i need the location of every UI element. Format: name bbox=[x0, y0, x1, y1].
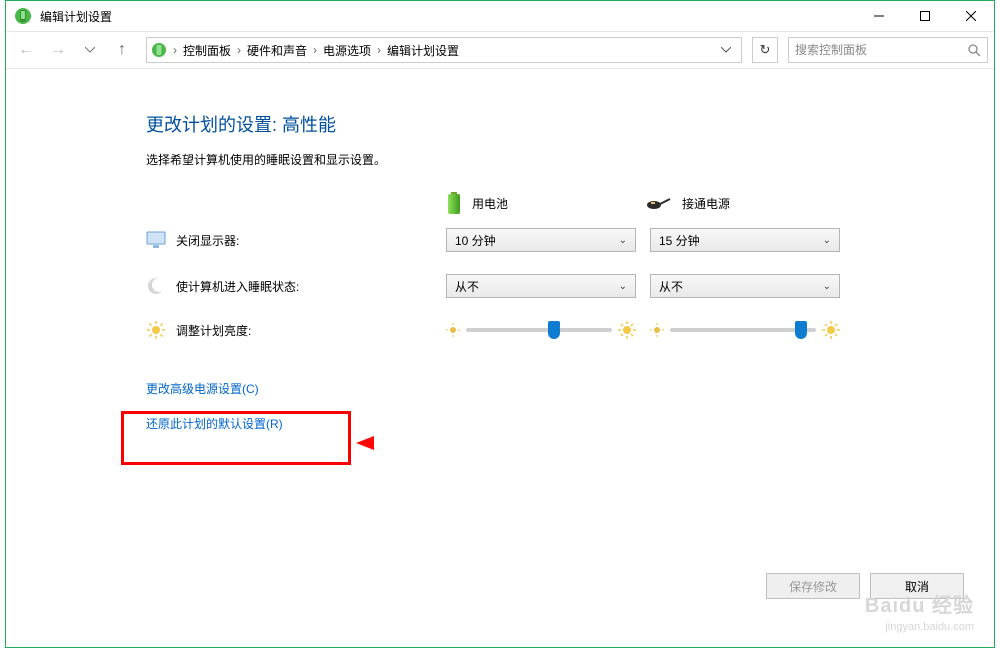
chevron-right-icon: › bbox=[377, 43, 381, 57]
chevron-right-icon: › bbox=[173, 43, 177, 57]
control-panel-window: 编辑计划设置 ← → ↑ › 控制面板 › 硬件和声音 › 电源选项 › 编辑计… bbox=[5, 0, 995, 648]
breadcrumb-item[interactable]: 硬件和声音 bbox=[247, 42, 307, 59]
brightness-row: 调整计划亮度: bbox=[146, 320, 964, 340]
brightness-plugged-slider[interactable] bbox=[650, 321, 840, 339]
window-title: 编辑计划设置 bbox=[40, 8, 856, 25]
maximize-button[interactable] bbox=[902, 1, 948, 31]
up-button[interactable]: ↑ bbox=[108, 36, 136, 64]
chevron-down-icon: ⌄ bbox=[619, 281, 627, 292]
sun-small-icon bbox=[446, 323, 460, 337]
brightness-label: 调整计划亮度: bbox=[176, 322, 346, 339]
page-subtitle: 选择希望计算机使用的睡眠设置和显示设置。 bbox=[146, 151, 964, 168]
sleep-label: 使计算机进入睡眠状态: bbox=[176, 278, 346, 295]
slider-thumb[interactable] bbox=[548, 321, 560, 339]
minimize-button[interactable] bbox=[856, 1, 902, 31]
page-content: 更改计划的设置: 高性能 选择希望计算机使用的睡眠设置和显示设置。 用电池 接通… bbox=[6, 71, 994, 647]
battery-icon bbox=[446, 192, 462, 214]
breadcrumb-item[interactable]: 控制面板 bbox=[183, 42, 231, 59]
plugged-column-header: 接通电源 bbox=[646, 192, 846, 214]
search-icon[interactable] bbox=[967, 43, 981, 57]
sleep-plugged-select[interactable]: 从不 ⌄ bbox=[650, 274, 840, 298]
plugged-column-label: 接通电源 bbox=[682, 195, 730, 212]
battery-column-header: 用电池 bbox=[446, 192, 646, 214]
display-off-plugged-select[interactable]: 15 分钟 ⌄ bbox=[650, 228, 840, 252]
address-bar[interactable]: › 控制面板 › 硬件和声音 › 电源选项 › 编辑计划设置 bbox=[146, 37, 742, 63]
forward-button[interactable]: → bbox=[44, 36, 72, 64]
sun-large-icon bbox=[618, 321, 636, 339]
chevron-right-icon: › bbox=[237, 43, 241, 57]
titlebar: 编辑计划设置 bbox=[6, 1, 994, 31]
breadcrumb-item[interactable]: 电源选项 bbox=[323, 42, 371, 59]
chevron-down-icon: ⌄ bbox=[619, 235, 627, 246]
battery-column-label: 用电池 bbox=[472, 195, 508, 212]
brightness-battery-slider[interactable] bbox=[446, 321, 636, 339]
recent-locations-button[interactable] bbox=[76, 36, 104, 64]
breadcrumb-item[interactable]: 编辑计划设置 bbox=[387, 42, 459, 59]
advanced-power-settings-link[interactable]: 更改高级电源设置(C) bbox=[146, 380, 259, 397]
links-section: 更改高级电源设置(C) 还原此计划的默认设置(R) bbox=[146, 380, 964, 450]
slider-thumb[interactable] bbox=[795, 321, 807, 339]
column-headers: 用电池 接通电源 bbox=[446, 192, 964, 214]
window-controls bbox=[856, 1, 994, 31]
sleep-battery-select[interactable]: 从不 ⌄ bbox=[446, 274, 636, 298]
chevron-right-icon: › bbox=[313, 43, 317, 57]
footer-buttons: 保存修改 取消 bbox=[766, 573, 964, 599]
search-input[interactable] bbox=[795, 43, 967, 57]
refresh-button[interactable]: ↻ bbox=[752, 37, 778, 63]
save-button[interactable]: 保存修改 bbox=[766, 573, 860, 599]
display-off-row: 关闭显示器: 10 分钟 ⌄ 15 分钟 ⌄ bbox=[146, 228, 964, 252]
sun-large-icon bbox=[822, 321, 840, 339]
moon-icon bbox=[146, 276, 166, 296]
page-title: 更改计划的设置: 高性能 bbox=[146, 111, 964, 137]
sun-icon bbox=[146, 320, 166, 340]
address-dropdown-button[interactable] bbox=[715, 47, 737, 53]
navigation-toolbar: ← → ↑ › 控制面板 › 硬件和声音 › 电源选项 › 编辑计划设置 ↻ bbox=[6, 31, 994, 69]
close-button[interactable] bbox=[948, 1, 994, 31]
back-button[interactable]: ← bbox=[12, 36, 40, 64]
power-options-small-icon bbox=[151, 42, 167, 58]
cancel-button[interactable]: 取消 bbox=[870, 573, 964, 599]
chevron-down-icon: ⌄ bbox=[823, 281, 831, 292]
monitor-icon bbox=[146, 230, 166, 250]
search-box[interactable] bbox=[788, 37, 988, 63]
sleep-row: 使计算机进入睡眠状态: 从不 ⌄ 从不 ⌄ bbox=[146, 274, 964, 298]
power-options-icon bbox=[14, 7, 32, 25]
display-off-battery-select[interactable]: 10 分钟 ⌄ bbox=[446, 228, 636, 252]
sun-small-icon bbox=[650, 323, 664, 337]
restore-defaults-link[interactable]: 还原此计划的默认设置(R) bbox=[146, 415, 283, 432]
plug-icon bbox=[646, 195, 672, 211]
display-off-label: 关闭显示器: bbox=[176, 232, 346, 249]
chevron-down-icon: ⌄ bbox=[823, 235, 831, 246]
